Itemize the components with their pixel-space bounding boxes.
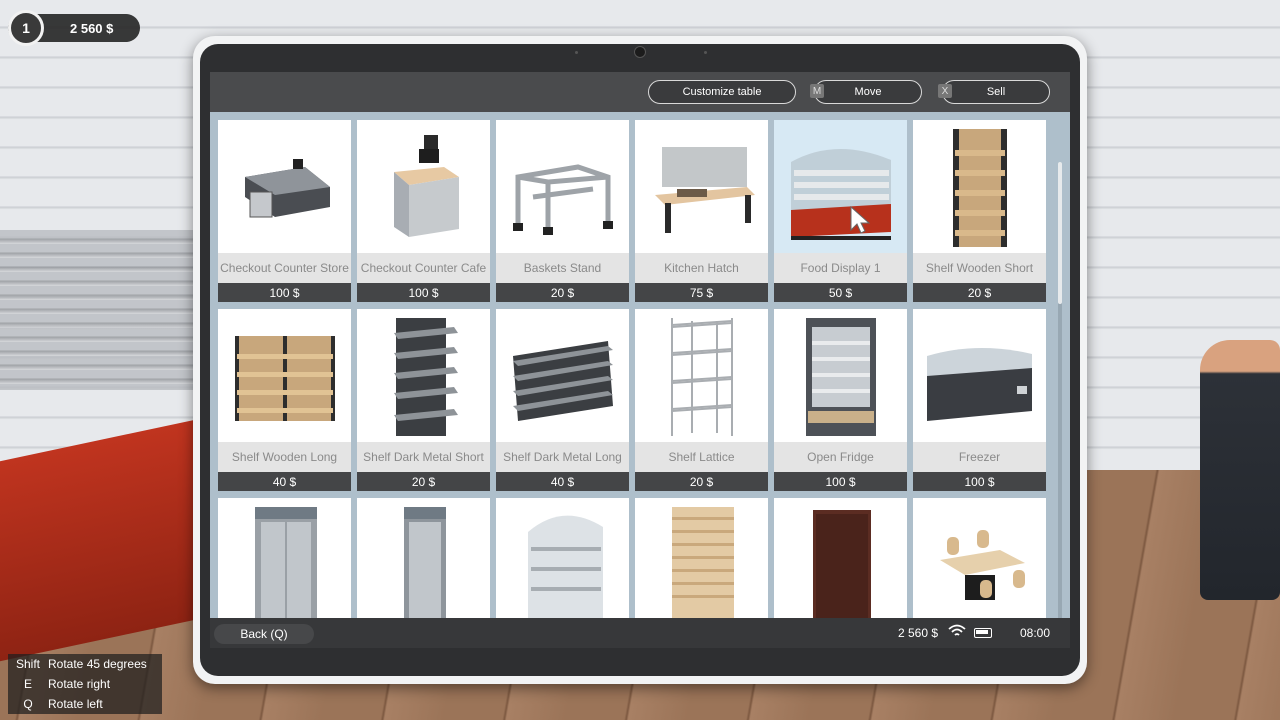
wooden-long-shelf-icon: [218, 309, 351, 442]
item-price: 100 $: [774, 472, 907, 491]
slatwall-panel-icon: [635, 498, 768, 618]
item-name: Freezer: [913, 442, 1046, 472]
item-price: 100 $: [357, 283, 490, 302]
key-cap: Shift: [15, 657, 40, 671]
catalog-item[interactable]: Checkout Counter Store 100 $: [218, 120, 351, 302]
tablet-screen: Customize table Move M Sell X Checkout C…: [210, 72, 1070, 648]
item-name: Baskets Stand: [496, 253, 629, 283]
baskets-stand-icon: [496, 120, 629, 253]
catalog-item[interactable]: Baskets Stand 20 $: [496, 120, 629, 302]
camera-icon: [634, 46, 646, 58]
item-name: Checkout Counter Cafe: [357, 253, 490, 283]
lattice-shelf-icon: [635, 309, 768, 442]
key-hint-row: E Rotate right: [8, 674, 162, 694]
curved-display-icon: [496, 498, 629, 618]
key-cap: E: [23, 677, 32, 691]
catalog-item[interactable]: [635, 498, 768, 618]
toolbar: Customize table Move M Sell X: [210, 72, 1070, 112]
dark-wood-shelf-icon: [774, 498, 907, 618]
sell-button[interactable]: Sell: [942, 80, 1050, 104]
item-price: 20 $: [635, 472, 768, 491]
move-label: Move: [854, 86, 882, 98]
catalog-item[interactable]: Shelf Wooden Long 40 $: [218, 309, 351, 491]
mouse-cursor-icon: [850, 205, 871, 239]
dark-metal-shelf-icon: [357, 309, 490, 442]
catalog-item[interactable]: [357, 498, 490, 618]
status-time: 08:00: [1020, 626, 1051, 640]
item-price: 20 $: [913, 283, 1046, 302]
wifi-icon: [948, 624, 966, 643]
item-price: 100 $: [913, 472, 1046, 491]
status-money: 2 560 $: [898, 626, 939, 640]
item-price: 20 $: [496, 283, 629, 302]
catalog-item-selected[interactable]: Food Display 1 50 $: [774, 120, 907, 302]
sensor-dot: [575, 51, 578, 54]
glass-door-fridge-icon: [218, 498, 351, 618]
catalog-item[interactable]: [218, 498, 351, 618]
catalog-item[interactable]: [913, 498, 1046, 618]
battery-icon: [974, 628, 992, 638]
food-display-icon: [774, 120, 907, 253]
cafe-counter-icon: [357, 120, 490, 253]
item-name: Open Fridge: [774, 442, 907, 472]
scrollbar-thumb[interactable]: [1058, 162, 1062, 304]
catalog-item[interactable]: Kitchen Hatch 75 $: [635, 120, 768, 302]
key-hint-row: Q Rotate left: [8, 694, 162, 714]
catalog-item[interactable]: Freezer 100 $: [913, 309, 1046, 491]
catalog-item[interactable]: Shelf Lattice 20 $: [635, 309, 768, 491]
move-key-icon: M: [810, 84, 824, 98]
item-name: Kitchen Hatch: [635, 253, 768, 283]
sell-key-icon: X: [938, 84, 952, 98]
dark-metal-long-shelf-icon: [496, 309, 629, 442]
table-chairs-icon: [913, 498, 1046, 618]
item-price: 40 $: [218, 472, 351, 491]
item-price: 100 $: [218, 283, 351, 302]
sensor-dot: [704, 51, 707, 54]
freezer-icon: [913, 309, 1046, 442]
customize-table-button[interactable]: Customize table: [648, 80, 796, 104]
item-name: Shelf Wooden Short: [913, 253, 1046, 283]
catalog-item[interactable]: Checkout Counter Cafe 100 $: [357, 120, 490, 302]
key-hints: Shift Rotate 45 degrees E Rotate right Q…: [8, 654, 162, 714]
key-cap: Q: [23, 697, 33, 711]
item-name: Shelf Lattice: [635, 442, 768, 472]
key-hint-row: Shift Rotate 45 degrees: [8, 654, 162, 674]
catalog-item[interactable]: [496, 498, 629, 618]
wooden-shelf-icon: [913, 120, 1046, 253]
checkout-counter-icon: [218, 120, 351, 253]
item-price: 75 $: [635, 283, 768, 302]
catalog-grid: Checkout Counter Store 100 $ Checkout Co…: [210, 112, 1070, 618]
open-fridge-icon: [774, 309, 907, 442]
back-button[interactable]: Back (Q): [214, 624, 314, 644]
catalog-item[interactable]: Open Fridge 100 $: [774, 309, 907, 491]
hud-money-value: 2 560 $: [70, 20, 114, 36]
catalog-item[interactable]: Shelf Dark Metal Short 20 $: [357, 309, 490, 491]
catalog-item[interactable]: Shelf Wooden Short 20 $: [913, 120, 1046, 302]
item-price: 20 $: [357, 472, 490, 491]
key-hint-text: Rotate right: [48, 677, 111, 691]
level-badge: 1: [8, 10, 44, 46]
item-name: Shelf Dark Metal Long: [496, 442, 629, 472]
catalog-item[interactable]: Shelf Dark Metal Long 40 $: [496, 309, 629, 491]
key-hint-text: Rotate left: [48, 697, 103, 711]
key-hint-text: Rotate 45 degrees: [48, 657, 147, 671]
catalog-item[interactable]: [774, 498, 907, 618]
move-button[interactable]: Move: [814, 80, 922, 104]
background-counter: [0, 418, 200, 662]
background-shelf: [0, 230, 200, 390]
item-price: 50 $: [774, 283, 907, 302]
item-name: Food Display 1: [774, 253, 907, 283]
single-door-fridge-icon: [357, 498, 490, 618]
status-bar: Back (Q) 2 560 $ 08:00: [210, 618, 1070, 648]
item-name: Shelf Wooden Long: [218, 442, 351, 472]
kitchen-hatch-icon: [635, 120, 768, 253]
background-person: [1200, 340, 1280, 600]
item-name: Shelf Dark Metal Short: [357, 442, 490, 472]
item-name: Checkout Counter Store: [218, 253, 351, 283]
sell-label: Sell: [986, 86, 1006, 98]
item-price: 40 $: [496, 472, 629, 491]
